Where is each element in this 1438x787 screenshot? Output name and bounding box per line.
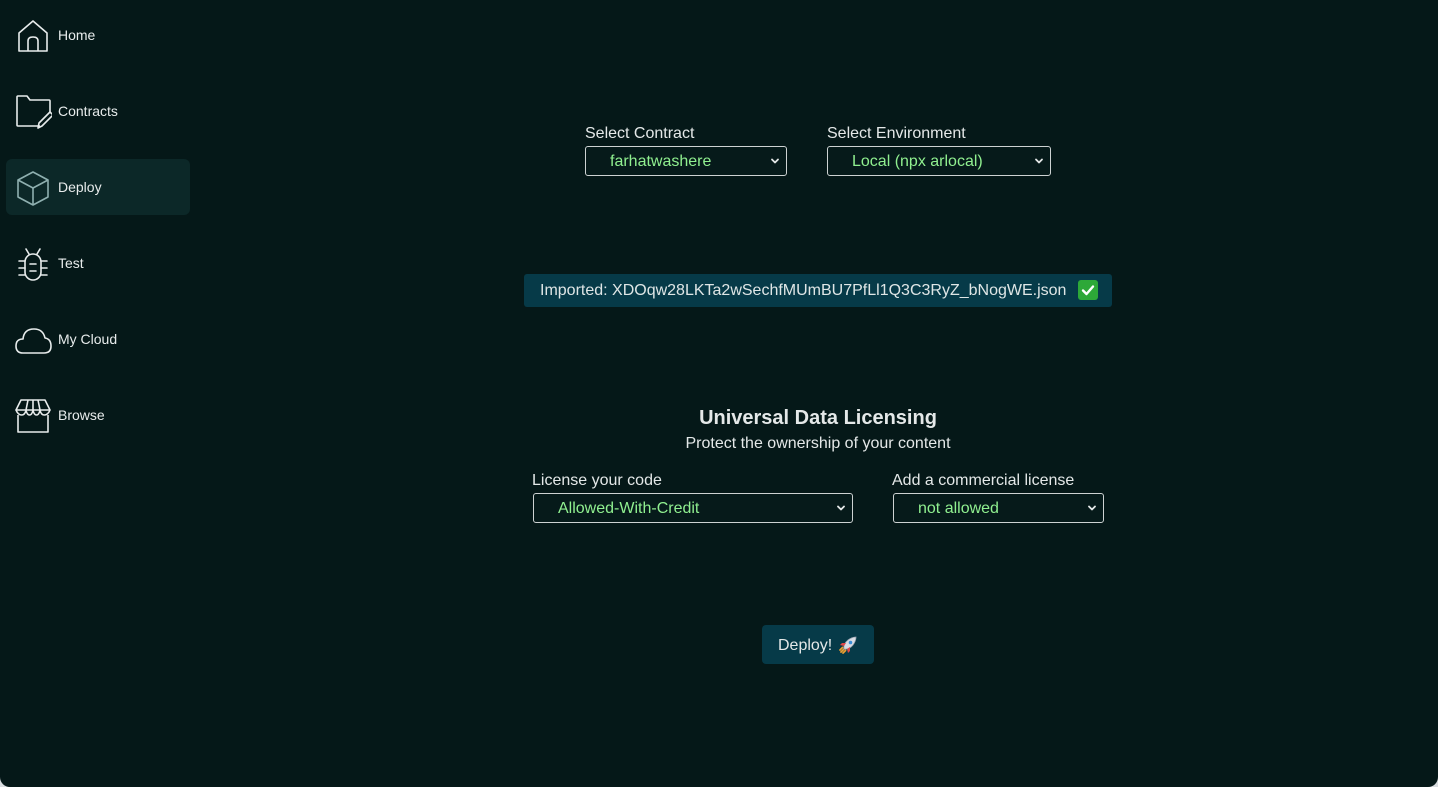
licensing-title: Universal Data Licensing — [699, 407, 937, 429]
select-environment-label: Select Environment — [827, 125, 966, 142]
cloud-icon — [14, 321, 52, 359]
select-contract-label: Select Contract — [585, 125, 695, 142]
sidebar-item-label: Test — [58, 255, 84, 271]
cube-icon — [14, 169, 52, 207]
commercial-license-select[interactable]: not allowed — [893, 493, 1104, 523]
commercial-license-label: Add a commercial license — [892, 472, 1075, 489]
sidebar: Home Contracts Deploy Test My Cloud Brow… — [6, 7, 190, 463]
environment-select-value: Local (npx arlocal) — [852, 153, 983, 170]
sidebar-item-label: My Cloud — [58, 331, 118, 347]
check-icon — [1078, 280, 1098, 300]
rocket-icon — [838, 635, 858, 655]
sidebar-item-label: Home — [58, 27, 96, 43]
app-window: Home Contracts Deploy Test My Cloud Brow… — [0, 0, 1438, 787]
bug-icon — [14, 245, 52, 283]
deploy-button-label: Deploy! — [778, 637, 833, 654]
sidebar-item-my-cloud[interactable]: My Cloud — [6, 311, 190, 367]
sidebar-item-test[interactable]: Test — [6, 235, 190, 291]
folder-edit-icon — [14, 93, 52, 131]
imported-file-banner: Imported: XDOqw28LKTa2wSechfMUmBU7PfLl1Q… — [524, 274, 1112, 307]
chevron-down-icon — [1087, 503, 1097, 513]
licensing-subtitle: Protect the ownership of your content — [685, 435, 951, 452]
commercial-license-select-value: not allowed — [918, 500, 999, 517]
sidebar-item-home[interactable]: Home — [6, 7, 190, 63]
license-code-label: License your code — [532, 472, 662, 489]
contract-select[interactable]: farhatwashere — [585, 146, 787, 176]
chevron-down-icon — [770, 156, 780, 166]
chevron-down-icon — [1034, 156, 1044, 166]
deploy-button[interactable]: Deploy! — [762, 625, 874, 664]
license-select[interactable]: Allowed-With-Credit — [533, 493, 853, 523]
contract-select-value: farhatwashere — [610, 153, 712, 170]
sidebar-item-label: Contracts — [58, 103, 118, 119]
home-icon — [14, 17, 52, 55]
chevron-down-icon — [836, 503, 846, 513]
license-select-value: Allowed-With-Credit — [558, 500, 700, 517]
sidebar-item-contracts[interactable]: Contracts — [6, 83, 190, 139]
sidebar-item-deploy[interactable]: Deploy — [6, 159, 190, 215]
imported-file-text: Imported: XDOqw28LKTa2wSechfMUmBU7PfLl1Q… — [540, 282, 1067, 299]
environment-select[interactable]: Local (npx arlocal) — [827, 146, 1051, 176]
sidebar-item-label: Deploy — [58, 179, 102, 195]
